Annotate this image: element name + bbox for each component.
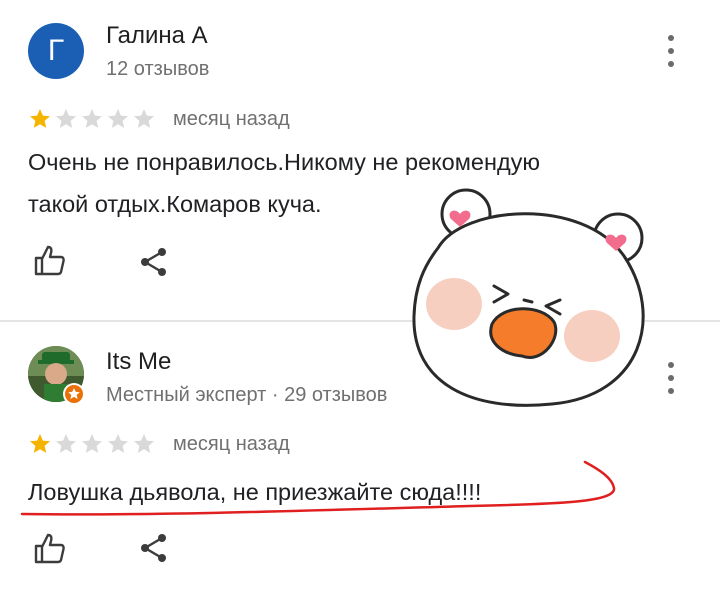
bear-sticker [412,188,645,407]
review-text-line: Очень не понравилось.Никому не рекоменду… [28,149,541,175]
more-vert-icon[interactable] [666,362,676,394]
author-meta: Местный эксперт · 29 отзывов [106,384,388,406]
star-filled-icon [30,109,50,128]
star-empty-icon [82,109,102,128]
star-rating [28,107,156,131]
author-meta: 12 отзывов [106,58,210,80]
star-empty-icon [108,109,128,128]
avatar[interactable]: Г [28,23,84,79]
avatar-letter: Г [47,34,65,67]
author-name[interactable]: Its Me [106,348,171,376]
local-guide-badge-icon [63,383,85,405]
star-empty-icon [56,109,76,128]
star-empty-icon [134,109,154,128]
share-icon[interactable] [137,245,171,279]
more-vert-icon[interactable] [666,35,676,67]
annotation-underline [20,460,616,516]
thumbs-up-icon[interactable] [33,243,67,277]
review-time: месяц назад [173,108,290,130]
author-name[interactable]: Галина А [106,22,208,50]
